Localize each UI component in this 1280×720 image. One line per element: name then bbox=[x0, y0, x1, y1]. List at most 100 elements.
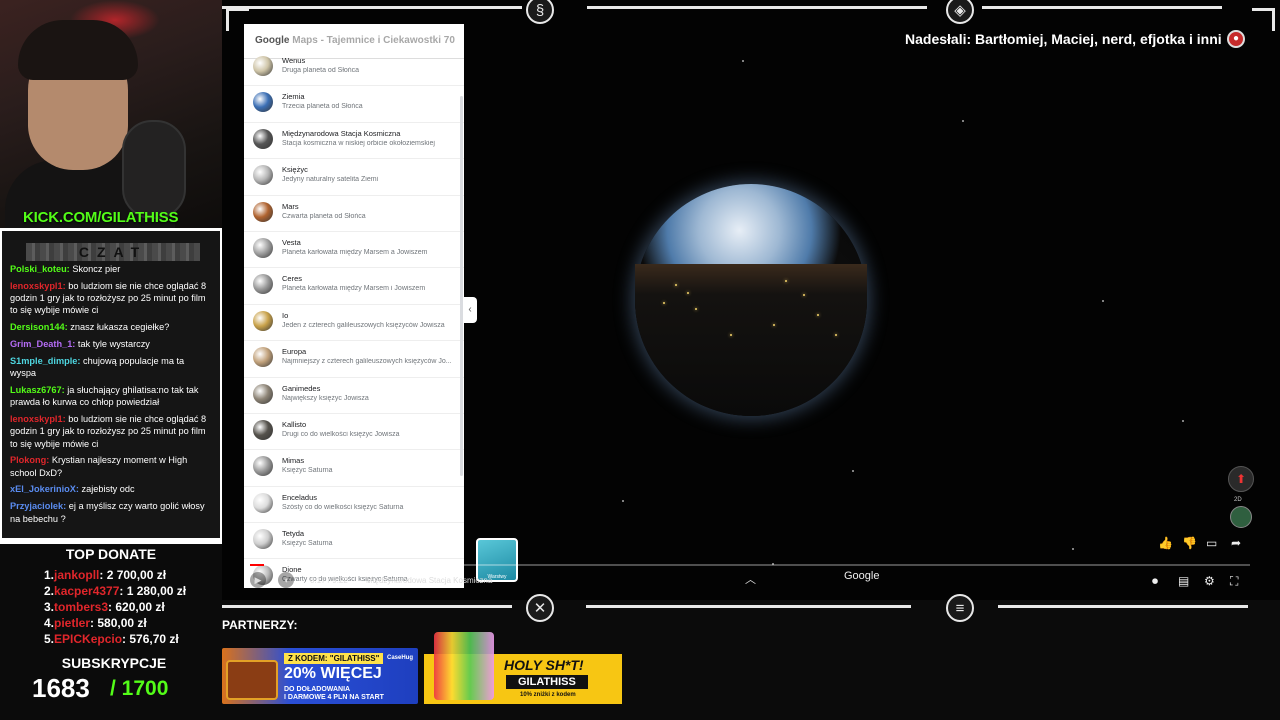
donate-row: 1.jankopll: 2 700,00 zł bbox=[44, 568, 186, 584]
maps-item-desc: Największy księżyc Jowisza bbox=[282, 394, 369, 402]
captions-icon[interactable]: ▤ bbox=[1178, 574, 1189, 588]
chat-username[interactable]: Grim_Death_1: bbox=[10, 339, 75, 349]
view-mode-label[interactable]: 2D bbox=[1234, 497, 1242, 503]
fullscreen-icon[interactable]: ⛶ bbox=[1230, 574, 1238, 589]
video-progress-bar[interactable] bbox=[250, 564, 1250, 566]
maps-item-name: Ziemia bbox=[282, 92, 305, 102]
comment-icon[interactable]: ▭ bbox=[1206, 536, 1217, 550]
donate-row: 2.kacper4377: 1 280,00 zł bbox=[44, 584, 186, 600]
banner2-code: GILATHISS bbox=[506, 675, 588, 689]
maps-item-desc: Jedyny naturalny satelita Ziemi bbox=[282, 176, 379, 184]
share-icon[interactable]: ➦ bbox=[1231, 536, 1241, 550]
planet-thumbnail bbox=[253, 165, 273, 186]
maps-item-desc: Jeden z czterech galileuszowych księżycó… bbox=[282, 321, 445, 329]
chat-username[interactable]: Przyjaciolek: bbox=[10, 501, 66, 511]
compass-button[interactable]: ⬆ bbox=[1228, 466, 1254, 492]
chat-username[interactable]: Plokong: bbox=[10, 455, 49, 465]
planet-thumbnail bbox=[253, 419, 273, 440]
banner-code: Z KODEM: "GILATHISS" bbox=[284, 653, 384, 664]
chat-username[interactable]: Polski_koteu: bbox=[10, 264, 70, 274]
frame-line bbox=[998, 605, 1248, 608]
volume-icon[interactable]: ◖ bbox=[278, 572, 294, 588]
webcam-feed bbox=[0, 0, 222, 228]
autoplay-toggle[interactable]: ⏺ bbox=[1152, 574, 1158, 589]
maps-item-desc: Trzecia planeta od Słońca bbox=[282, 103, 363, 111]
maps-list-item[interactable]: Enceladus Szósty co do wielkości księżyc … bbox=[244, 487, 464, 524]
maps-list-item[interactable]: Mars Czwarta planeta od Słońca bbox=[244, 196, 464, 232]
maps-item-name: Mars bbox=[282, 201, 299, 211]
chat-message: xEl_JokerinioX: zajebisty odc bbox=[10, 483, 210, 495]
maps-list-item[interactable]: Księżyc Jedyny naturalny satelita Ziemi bbox=[244, 159, 464, 196]
settings-icon[interactable]: ⚙ bbox=[1204, 574, 1215, 588]
chat-username[interactable]: xEl_JokerinioX: bbox=[10, 484, 79, 494]
frame-corner bbox=[1252, 8, 1275, 31]
banner-headline: 20% WIĘCEJ bbox=[284, 665, 382, 682]
globe-view-button[interactable] bbox=[1230, 506, 1252, 528]
donate-name: EPICKepcio bbox=[54, 632, 123, 646]
maps-list[interactable]: Wenus Druga planeta od Słońca Ziemia Trzeci… bbox=[244, 50, 464, 588]
donate-name: tombers3 bbox=[54, 600, 109, 614]
donate-amount: : 620,00 zł bbox=[108, 600, 165, 614]
chat-border bbox=[0, 538, 222, 544]
maps-item-name: Kallisto bbox=[282, 419, 307, 429]
planet-thumbnail bbox=[253, 347, 273, 368]
maps-scrollbar[interactable] bbox=[460, 96, 463, 476]
donate-row: 4.pietler: 580,00 zł bbox=[44, 616, 186, 632]
maps-item-desc: Stacja kosmiczna w niskiej orbicie około… bbox=[282, 139, 435, 147]
chat-username[interactable]: Dersison144: bbox=[10, 322, 68, 332]
holyshit-banner[interactable]: HOLY SH*T! GILATHISS 10% zniżki z kodem bbox=[424, 632, 622, 704]
planet-thumbnail bbox=[253, 201, 273, 222]
donate-amount: : 2 700,00 zł bbox=[99, 568, 167, 582]
maps-list-item[interactable]: Tetyda Księżyc Saturna bbox=[244, 523, 464, 560]
chat-message: S1mple_dimple: chujową populacje ma ta w… bbox=[10, 355, 210, 380]
planet-thumbnail bbox=[253, 237, 273, 258]
maps-list-item[interactable]: Ceres Planeta karłowata między Marsem i J… bbox=[244, 268, 464, 305]
kick-url: KICK.COM/GILATHISS bbox=[23, 209, 179, 226]
chat-username[interactable]: lenoxskypl1: bbox=[10, 281, 66, 291]
microphone bbox=[122, 120, 186, 219]
frame-line bbox=[587, 6, 927, 9]
maps-list-item[interactable]: Mimas Księżyc Saturna bbox=[244, 450, 464, 487]
maps-item-desc: Drugi co do wielkości księżyc Jowisza bbox=[282, 430, 400, 438]
maps-list-item[interactable]: Vesta Planeta karłowata między Marsem a J… bbox=[244, 232, 464, 269]
maps-item-desc: Planeta karłowata między Marsem a Jowisz… bbox=[282, 248, 428, 256]
maps-list-item[interactable]: Ziemia Trzecia planeta od Słońca bbox=[244, 86, 464, 123]
collapse-panel-button[interactable]: ‹ bbox=[463, 297, 477, 323]
chat-text: tak tyle wystarczy bbox=[77, 338, 150, 349]
maps-list-item[interactable]: Międzynarodowa Stacja Kosmiczna Stacja ko… bbox=[244, 123, 464, 160]
like-icon[interactable]: 👍 bbox=[1158, 536, 1173, 550]
chapter-title[interactable]: Międzynarodowa Stacja Kosmiczna bbox=[366, 576, 492, 585]
casehug-banner[interactable]: Z KODEM: "GILATHISS" CaseHug 20% WIĘCEJ … bbox=[222, 648, 418, 704]
planet-thumbnail bbox=[253, 92, 273, 113]
subs-goal: / 1700 bbox=[110, 677, 169, 700]
play-icon[interactable]: ▶ bbox=[250, 572, 266, 588]
maps-list-item[interactable]: Wenus Druga planeta od Słońca bbox=[244, 50, 464, 87]
chat-message: lenoxskypl1: bo ludziom sie nie chce ogl… bbox=[10, 413, 210, 450]
maps-item-desc: Czwarta planeta od Słońca bbox=[282, 212, 366, 220]
video-frame[interactable]: § ◈ Nadesłali: Bartłomiej, Maciej, nerd,… bbox=[222, 0, 1280, 600]
chat-username[interactable]: Lukasz6767: bbox=[10, 385, 65, 395]
maps-item-name: Enceladus bbox=[282, 492, 318, 502]
donate-rank: 2. bbox=[44, 584, 55, 598]
frame-line bbox=[982, 6, 1222, 9]
donate-name: jankopll bbox=[54, 568, 100, 582]
top-donate-title: TOP DONATE bbox=[65, 546, 157, 562]
dislike-icon[interactable]: 👎 bbox=[1182, 536, 1197, 550]
maps-list-item[interactable]: Kallisto Drugi co do wielkości księżyc Jo… bbox=[244, 414, 464, 451]
maps-list-item[interactable]: Ganimedes Największy księżyc Jowisza bbox=[244, 378, 464, 414]
maps-item-name: Wenus bbox=[282, 56, 306, 65]
maps-list-item[interactable]: Europa Najmniejszy z czterech galileuszow… bbox=[244, 341, 464, 378]
maps-list-item[interactable]: Io Jeden z czterech galileuszowych księży… bbox=[244, 305, 464, 342]
maps-side-panel[interactable]: Google Maps - Tajemnice i Ciekawostki 70… bbox=[244, 24, 464, 588]
maps-item-desc: Druga planeta od Słońca bbox=[282, 67, 360, 74]
earth-globe[interactable] bbox=[635, 184, 867, 416]
maps-title: Google Maps - Tajemnice i Ciekawostki 70 bbox=[255, 35, 455, 46]
chat-panel: CZAT Polski_koteu: Skoncz pier lenoxskypl… bbox=[0, 228, 222, 544]
chat-username[interactable]: lenoxskypl1: bbox=[10, 414, 66, 424]
maps-item-name: Vesta bbox=[282, 237, 301, 247]
maps-item-desc: Księżyc Saturna bbox=[282, 467, 333, 475]
planet-thumbnail bbox=[253, 456, 273, 477]
chat-username[interactable]: S1mple_dimple: bbox=[10, 356, 80, 366]
donate-amount: : 580,00 zł bbox=[90, 616, 147, 630]
chevron-up-icon[interactable]: ︿ bbox=[745, 571, 756, 587]
